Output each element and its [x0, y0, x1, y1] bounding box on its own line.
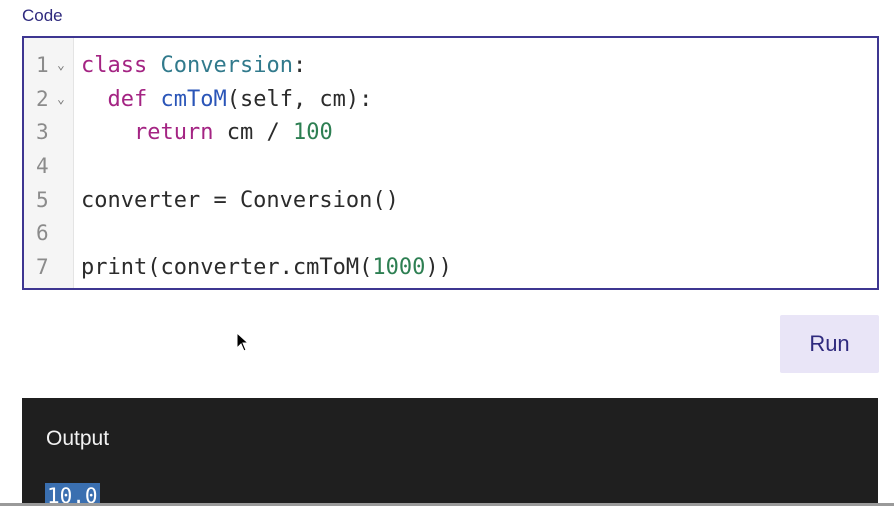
- line-number: 7: [36, 255, 49, 280]
- code-token: :: [292, 53, 307, 78]
- code-token: 1000: [372, 255, 426, 281]
- code-text: class Conversion:: [81, 49, 306, 83]
- line-number: 1: [36, 53, 49, 77]
- code-line[interactable]: 7 print(converter.cmToM(1000)): [24, 251, 877, 285]
- chevron-down-icon[interactable]: ⌄: [57, 49, 65, 83]
- code-token: 100: [292, 120, 333, 146]
- code-token: Conversion: [160, 53, 293, 78]
- code-line[interactable]: 4: [24, 150, 877, 184]
- mouse-pointer-icon: [236, 332, 250, 352]
- code-line[interactable]: 3 return cm / 100: [24, 116, 877, 150]
- code-section-label: Code: [22, 6, 63, 25]
- code-line[interactable]: 1 ⌄ class Conversion:: [24, 49, 877, 83]
- code-token: converter = Conversion(): [81, 187, 399, 213]
- code-token: cm /: [213, 120, 293, 146]
- code-token: cmToM: [160, 86, 227, 112]
- line-number: 5: [36, 187, 49, 212]
- code-token: )): [425, 255, 452, 281]
- code-runner-page: Code 1 ⌄ class Conversion: 2 ⌄ def cmToM(sel…: [0, 0, 894, 506]
- code-line[interactable]: 5 converter = Conversion(): [24, 184, 877, 218]
- code-token: (self, cm):: [226, 86, 373, 112]
- code-text: def cmToM(self, cm):: [81, 83, 373, 117]
- line-number: 6: [36, 221, 49, 246]
- code-text: print(converter.cmToM(1000)): [81, 251, 452, 285]
- code-line[interactable]: 2 ⌄ def cmToM(self, cm):: [24, 83, 877, 117]
- chevron-down-icon[interactable]: ⌄: [57, 83, 65, 117]
- code-lines: 1 ⌄ class Conversion: 2 ⌄ def cmToM(self, cm…: [24, 49, 877, 285]
- line-number: 2: [36, 86, 49, 111]
- code-token: print(converter.cmToM(: [81, 255, 373, 281]
- output-title: Output: [46, 427, 110, 450]
- output-panel: Output 10.0: [22, 398, 878, 506]
- code-token: class: [81, 53, 161, 78]
- code-line[interactable]: 6: [24, 217, 877, 251]
- run-button[interactable]: Run: [780, 315, 879, 373]
- line-number: 4: [36, 154, 49, 179]
- code-text: return cm / 100: [81, 116, 333, 150]
- code-token: return: [133, 120, 214, 146]
- line-number: 3: [36, 120, 49, 145]
- code-editor[interactable]: 1 ⌄ class Conversion: 2 ⌄ def cmToM(self, cm…: [22, 36, 879, 290]
- code-token: def: [107, 86, 161, 112]
- code-text: converter = Conversion(): [81, 184, 399, 218]
